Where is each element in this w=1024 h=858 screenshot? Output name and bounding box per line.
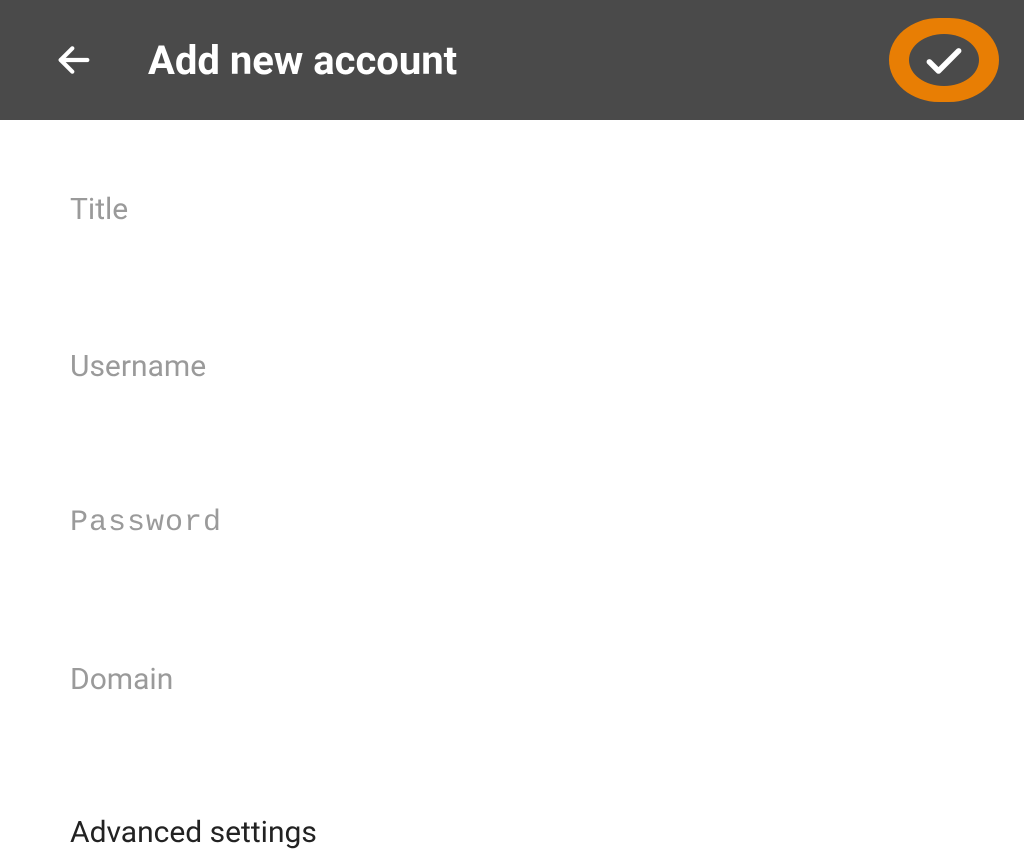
username-field[interactable] (70, 337, 954, 396)
advanced-settings-link[interactable]: Advanced settings (70, 807, 954, 858)
confirm-button[interactable] (889, 18, 999, 102)
password-field[interactable] (70, 494, 954, 552)
page-title: Add new account (148, 37, 457, 84)
domain-field[interactable] (70, 650, 954, 709)
check-icon (922, 38, 966, 82)
back-button[interactable] (50, 36, 98, 84)
form-content: Advanced settings (0, 120, 1024, 858)
app-header: Add new account (0, 0, 1024, 120)
arrow-left-icon (54, 40, 94, 80)
confirm-button-inner (909, 34, 979, 86)
title-field[interactable] (70, 180, 954, 239)
